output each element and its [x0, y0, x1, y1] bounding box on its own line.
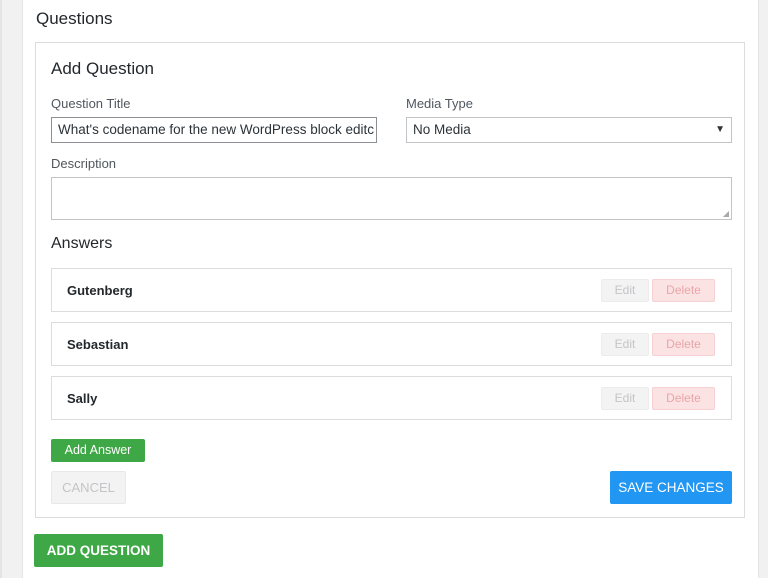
description-textarea[interactable]: ◢: [51, 177, 732, 220]
edit-answer-button[interactable]: Edit: [601, 387, 649, 410]
section-title: Questions: [36, 9, 113, 28]
description-label: Description: [51, 156, 117, 171]
edit-answer-button[interactable]: Edit: [601, 279, 649, 302]
media-type-label: Media Type: [406, 96, 473, 111]
add-question-form: Add Question Question Title What's coden…: [35, 42, 745, 518]
save-changes-button[interactable]: SAVE CHANGES: [610, 471, 732, 504]
edit-answer-button[interactable]: Edit: [601, 333, 649, 356]
question-title-input[interactable]: What's codename for the new WordPress bl…: [51, 117, 377, 143]
resize-handle-icon[interactable]: ◢: [723, 210, 729, 218]
add-question-button[interactable]: ADD QUESTION: [34, 534, 163, 567]
add-answer-button[interactable]: Add Answer: [51, 439, 145, 462]
answer-label: Sally: [67, 391, 98, 406]
question-title-label: Question Title: [51, 96, 131, 111]
answer-label: Sebastian: [67, 337, 129, 352]
delete-answer-button[interactable]: Delete: [652, 387, 715, 410]
cancel-button[interactable]: CANCEL: [51, 471, 126, 504]
answer-row: Sebastian Edit Delete: [51, 322, 732, 366]
answer-label: Gutenberg: [67, 283, 133, 298]
media-type-value: No Media: [413, 122, 471, 137]
answers-title: Answers: [51, 235, 113, 252]
delete-answer-button[interactable]: Delete: [652, 279, 715, 302]
answer-row: Sally Edit Delete: [51, 376, 732, 420]
media-type-select[interactable]: No Media ▼: [406, 117, 732, 143]
admin-sidebar-border: [0, 0, 2, 578]
chevron-down-icon: ▼: [715, 124, 725, 135]
delete-answer-button[interactable]: Delete: [652, 333, 715, 356]
form-title: Add Question: [51, 59, 155, 78]
admin-sidebar-edge: [0, 0, 22, 578]
answer-row: Gutenberg Edit Delete: [51, 268, 732, 312]
questions-panel: Questions Add Question Question Title Wh…: [22, 0, 759, 578]
